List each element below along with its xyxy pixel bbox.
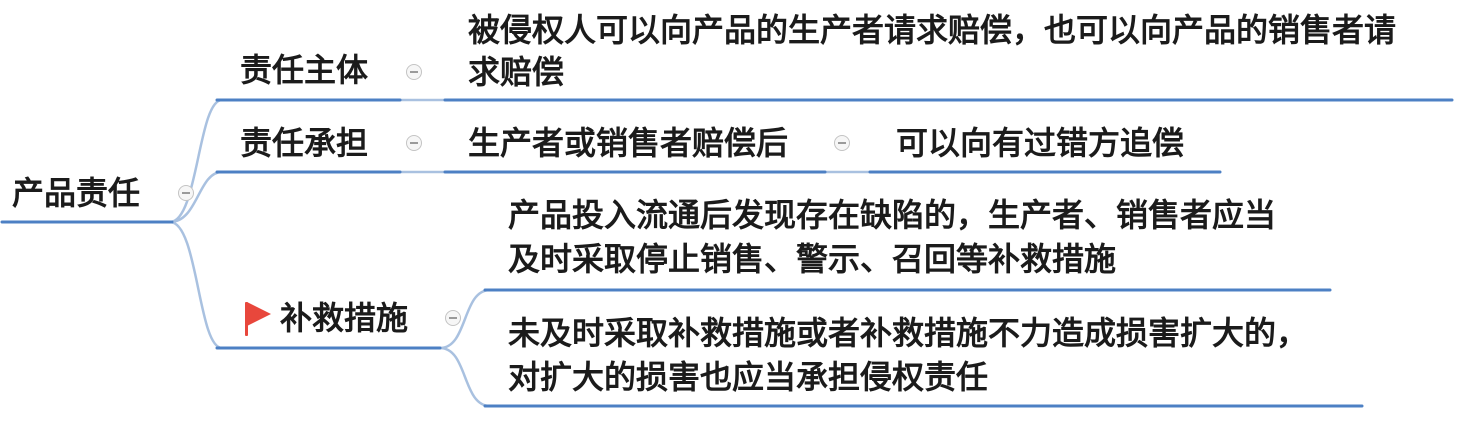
branch-1-collapse-toggle[interactable] [406, 64, 422, 80]
branch-2-child-collapse-toggle[interactable] [834, 135, 850, 151]
topic-text-line: 被侵权人可以向产品的生产者请求赔偿，也可以向产品的销售者请 [468, 11, 1397, 49]
branch-topic-remedial-measures[interactable]: 补救措施 [280, 296, 408, 340]
topic-text-line: 产品投入流通后发现存在缺陷的，生产者、销售者应当 [508, 196, 1277, 234]
branch-3-child-2-topic[interactable]: 未及时采取补救措施或者补救措施不力造成损害扩大的， 对扩大的损害也应当承担侵权责… [508, 311, 1308, 399]
topic-text-line: 对扩大的损害也应当承担侵权责任 [508, 358, 989, 396]
branch-2-child-topic[interactable]: 生产者或销售者赔偿后 [468, 121, 788, 165]
branch-topic-liability-subject[interactable]: 责任主体 [240, 48, 368, 92]
mindmap-canvas[interactable]: 产品责任 责任主体 被侵权人可以向产品的生产者请求赔偿，也可以向产品的销售者请 … [0, 0, 1464, 422]
red-flag-icon [245, 302, 271, 336]
connector-branch-3-to-child-2 [438, 346, 492, 408]
topic-text-line: 求赔偿 [468, 53, 565, 91]
root-collapse-toggle minus-circle-icon[interactable] [178, 185, 194, 201]
connector-root-to-branch-2 [168, 170, 224, 224]
connector-root-to-branch-3 [168, 220, 224, 350]
root-topic[interactable]: 产品责任 [12, 171, 140, 215]
topic-text-line: 未及时采取补救措施或者补救措施不力造成损害扩大的， [508, 314, 1309, 352]
branch-1-child-topic[interactable]: 被侵权人可以向产品的生产者请求赔偿，也可以向产品的销售者请 求赔偿 [468, 9, 1396, 93]
branch-2-collapse-toggle[interactable] [406, 135, 422, 151]
branch-2-grandchild-topic[interactable]: 可以向有过错方追偿 [896, 121, 1184, 165]
branch-topic-liability-bearing[interactable]: 责任承担 [240, 121, 368, 165]
branch-3-child-1-topic[interactable]: 产品投入流通后发现存在缺陷的，生产者、销售者应当 及时采取停止销售、警示、召回等… [508, 193, 1276, 281]
branch-3-collapse-toggle[interactable] [445, 310, 461, 326]
topic-text-line: 及时采取停止销售、警示、召回等补救措施 [508, 240, 1117, 278]
connector-root-to-branch-1 [168, 98, 224, 224]
